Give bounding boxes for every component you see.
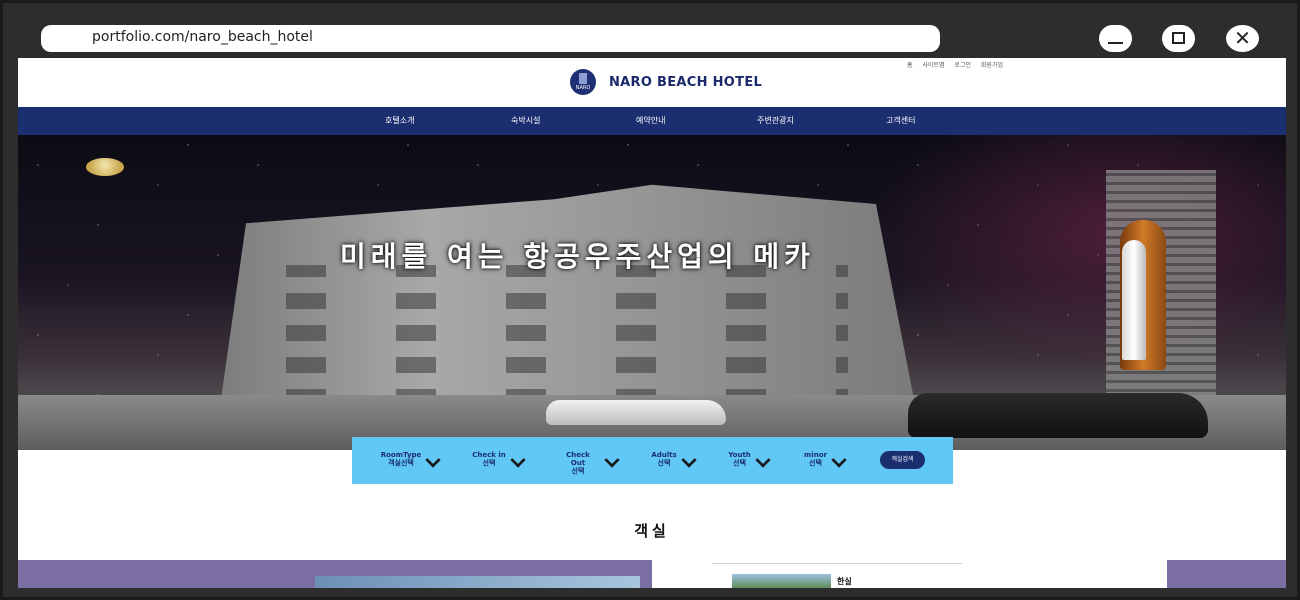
checkin-select[interactable]: Check in 선택 (472, 451, 532, 471)
rooms-section-title: 객실 (634, 522, 670, 540)
adults-select[interactable]: Adults 선택 (650, 451, 700, 471)
chevron-down-icon (681, 452, 697, 468)
chevron-down-icon (604, 452, 620, 468)
browser-window: portfolio.com/naro_beach_hotel ✕ 홈 사이트맵 … (0, 0, 1300, 600)
utility-links: 홈 사이트맵 로그인 회원가입 (903, 60, 1003, 69)
checkin-label: Check in 선택 (472, 451, 506, 467)
checkin-value: 선택 (482, 459, 496, 467)
chevron-down-icon (510, 452, 526, 468)
minor-label: minor 선택 (803, 451, 828, 467)
room-card-image[interactable] (732, 574, 831, 588)
minimize-icon (1108, 42, 1123, 44)
nav-item-attractions[interactable]: 주변관광지 (757, 115, 794, 126)
checkout-value: 선택 (571, 467, 585, 475)
util-link-sitemap[interactable]: 사이트맵 (922, 62, 944, 69)
room-card-label: 한실 (837, 577, 852, 586)
checkout-label-en: Check Out (566, 451, 590, 467)
minimize-button[interactable] (1099, 25, 1132, 52)
adults-value: 선택 (657, 459, 671, 467)
nav-item-about[interactable]: 호텔소개 (385, 115, 414, 126)
url-text[interactable]: portfolio.com/naro_beach_hotel (92, 29, 313, 45)
youth-label-en: Youth (728, 451, 751, 459)
util-link-signup[interactable]: 회원가입 (981, 62, 1003, 69)
roomtype-label: RoomType 객실선택 (380, 451, 422, 467)
moon-image (86, 158, 124, 176)
nav-item-reservation[interactable]: 예약안내 (636, 115, 665, 126)
adults-label-en: Adults (651, 451, 677, 459)
youth-label: Youth 선택 (727, 451, 752, 467)
address-bar[interactable]: portfolio.com/naro_beach_hotel (41, 25, 940, 52)
chevron-down-icon (831, 452, 847, 468)
room-search-bar: RoomType 객실선택 Check in 선택 Check Out 선택 A… (352, 437, 953, 484)
nebula-glow (866, 135, 1286, 375)
room-slide-panel (18, 560, 652, 588)
hero-banner: 미래를 여는 항공우주산업의 메카 (18, 135, 1286, 450)
util-link-home[interactable]: 홈 (907, 62, 913, 69)
minor-select[interactable]: minor 선택 (803, 451, 851, 471)
chevron-down-icon (755, 452, 771, 468)
roomtype-select[interactable]: RoomType 객실선택 (380, 451, 442, 471)
checkout-label: Check Out 선택 (558, 451, 598, 475)
roomtype-value: 객실선택 (388, 459, 414, 467)
white-car-image (546, 400, 726, 425)
room-card[interactable]: 한실 (712, 563, 962, 588)
logo-badge-icon: NARO (570, 69, 596, 95)
minor-value: 선택 (809, 459, 822, 467)
room-slide-panel-right (1167, 560, 1286, 588)
space-shuttle-image (1122, 240, 1146, 360)
maximize-button[interactable] (1162, 25, 1195, 52)
minor-label-en: minor (804, 451, 827, 459)
checkout-select[interactable]: Check Out 선택 (558, 451, 622, 475)
adults-label: Adults 선택 (650, 451, 678, 467)
youth-select[interactable]: Youth 선택 (727, 451, 775, 471)
hero-headline: 미래를 여는 항공우주산업의 메카 (340, 240, 815, 273)
chevron-down-icon (425, 452, 441, 468)
util-link-login[interactable]: 로그인 (954, 62, 971, 69)
youth-value: 선택 (733, 459, 746, 467)
room-slide-image[interactable] (315, 576, 640, 588)
black-car-image (908, 393, 1208, 438)
room-search-button[interactable]: 객실검색 (880, 451, 925, 469)
maximize-icon (1172, 32, 1185, 44)
nav-item-rooms[interactable]: 숙박시설 (511, 115, 540, 126)
hotel-name[interactable]: NARO BEACH HOTEL (609, 75, 762, 90)
close-button[interactable]: ✕ (1226, 25, 1259, 52)
page-viewport: 홈 사이트맵 로그인 회원가입 NARO NARO BEACH HOTEL 호텔… (18, 58, 1286, 588)
building-windows (248, 265, 848, 405)
nav-item-support[interactable]: 고객센터 (886, 115, 915, 126)
main-nav: 호텔소개 숙박시설 예약안내 주변관광지 고객센터 (18, 107, 1286, 135)
checkin-label-en: Check in (472, 451, 506, 459)
roomtype-label-en: RoomType (380, 451, 422, 459)
hotel-logo[interactable]: NARO (570, 69, 600, 95)
close-icon: ✕ (1234, 26, 1251, 50)
